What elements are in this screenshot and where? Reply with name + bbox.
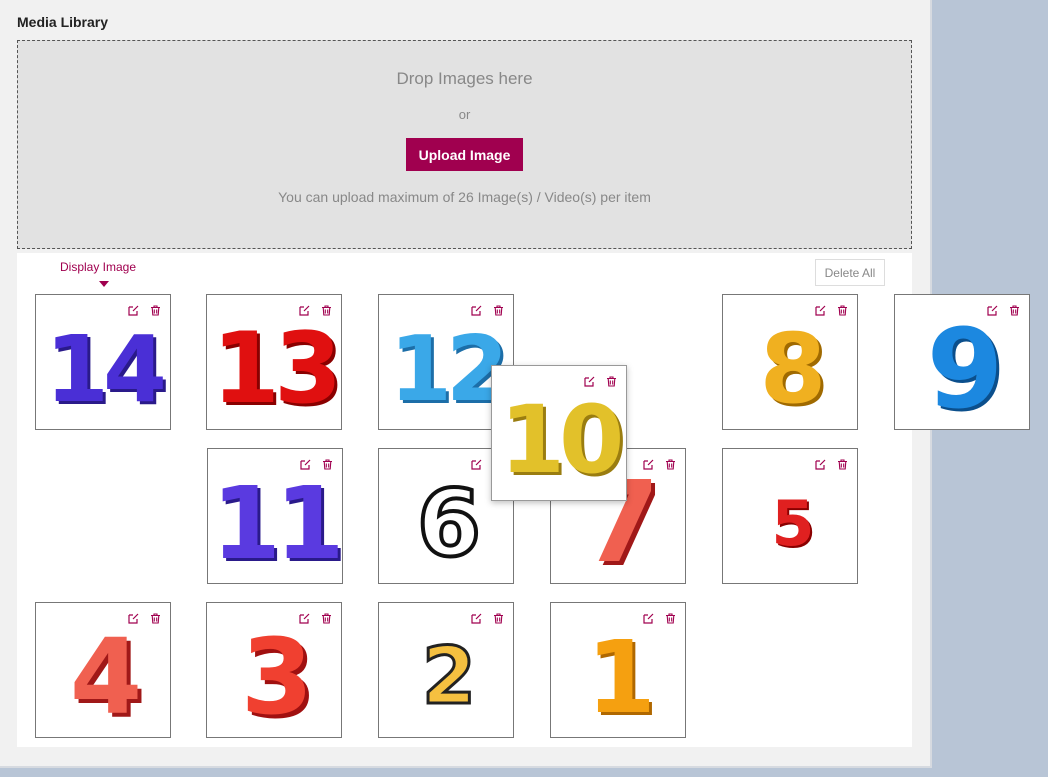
trash-icon[interactable] [661, 455, 679, 473]
edit-icon[interactable] [639, 455, 657, 473]
image-number: 8 [759, 313, 827, 425]
edit-icon[interactable] [811, 301, 829, 319]
edit-icon[interactable] [467, 455, 485, 473]
edit-icon[interactable] [639, 609, 657, 627]
edit-icon[interactable] [983, 301, 1001, 319]
edit-icon[interactable] [296, 455, 314, 473]
edit-icon[interactable] [295, 609, 313, 627]
trash-icon[interactable] [661, 609, 679, 627]
trash-icon[interactable] [317, 301, 335, 319]
image-tile-2[interactable]: 2 [378, 602, 514, 738]
trash-icon[interactable] [146, 301, 164, 319]
trash-icon[interactable] [318, 455, 336, 473]
edit-icon[interactable] [811, 455, 829, 473]
image-tile-13[interactable]: 13 [206, 294, 342, 430]
image-tile-5[interactable]: 5 [722, 448, 858, 584]
or-text: or [458, 107, 471, 122]
image-tile-8[interactable]: 8 [722, 294, 858, 430]
image-number: 1 [586, 618, 656, 736]
image-number: 10 [499, 385, 625, 495]
trash-icon[interactable] [1005, 301, 1023, 319]
display-image-label: Display Image [60, 260, 137, 274]
image-dropzone[interactable]: Drop Images here or Upload Image You can… [17, 40, 912, 249]
image-tile-9[interactable]: 9 [894, 294, 1030, 430]
image-number: 13 [211, 312, 341, 426]
image-tile-11[interactable]: 11 [207, 448, 343, 584]
trash-icon[interactable] [489, 301, 507, 319]
trash-icon[interactable] [489, 609, 507, 627]
image-tile-1[interactable]: 1 [550, 602, 686, 738]
image-number: 14 [44, 315, 167, 423]
page-title: Media Library [17, 14, 109, 30]
trash-icon[interactable] [833, 301, 851, 319]
trash-icon[interactable] [146, 609, 164, 627]
drop-images-text: Drop Images here [396, 69, 533, 88]
edit-icon[interactable] [124, 609, 142, 627]
trash-icon[interactable] [602, 372, 620, 390]
image-tile-4[interactable]: 4 [35, 602, 171, 738]
edit-icon[interactable] [580, 372, 598, 390]
image-number: 4 [69, 616, 142, 738]
edit-icon[interactable] [467, 609, 485, 627]
image-gallery: Display Image Delete All 14 13 12 10 8 9 [17, 253, 1030, 747]
caret-down-icon [99, 281, 109, 287]
delete-all-button[interactable]: Delete All [815, 259, 885, 286]
image-number: 11 [211, 464, 342, 582]
edit-icon[interactable] [295, 301, 313, 319]
image-tile-10-dragging[interactable]: 10 [491, 365, 627, 501]
edit-icon[interactable] [124, 301, 142, 319]
trash-icon[interactable] [317, 609, 335, 627]
upload-image-button[interactable]: Upload Image [406, 138, 523, 171]
image-number: 9 [926, 305, 1004, 430]
image-tile-14[interactable]: 14 [35, 294, 171, 430]
edit-icon[interactable] [467, 301, 485, 319]
upload-limit-text: You can upload maximum of 26 Image(s) / … [278, 189, 651, 205]
image-number: 5 [771, 486, 814, 560]
image-number: 3 [240, 616, 313, 738]
image-tile-3[interactable]: 3 [206, 602, 342, 738]
media-library-panel: Media Library Drop Images here or Upload… [0, 0, 1030, 768]
image-number: 2 [420, 631, 477, 724]
trash-icon[interactable] [833, 455, 851, 473]
